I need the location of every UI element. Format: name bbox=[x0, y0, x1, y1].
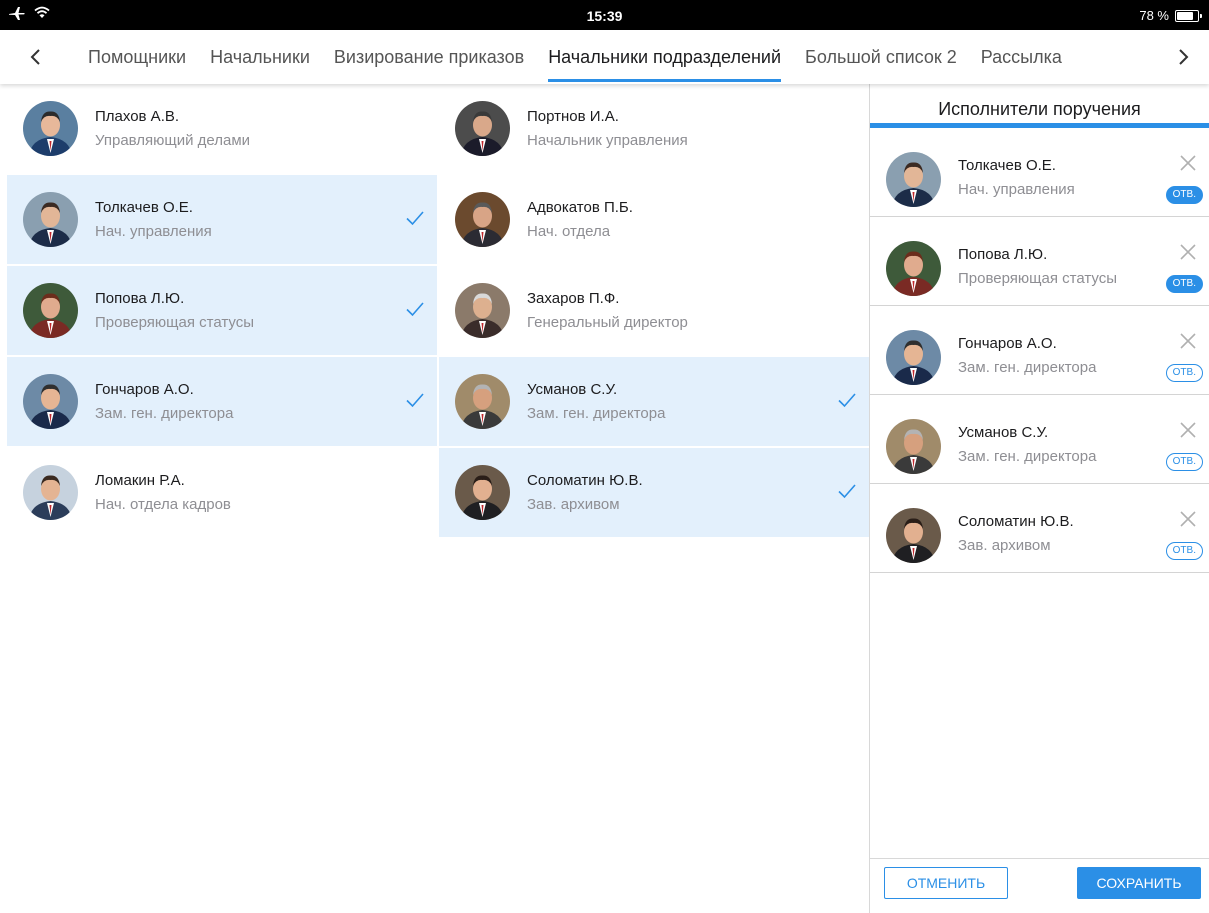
tab-item[interactable]: Помощники bbox=[88, 30, 186, 84]
tab-item[interactable]: Начальники подразделений bbox=[548, 30, 781, 84]
avatar bbox=[23, 374, 78, 429]
battery-icon bbox=[1175, 9, 1202, 22]
executor-name: Усманов С.У. bbox=[958, 424, 1049, 441]
panel-title: Исполнители поручения bbox=[870, 84, 1209, 128]
avatar bbox=[455, 374, 510, 429]
cancel-button[interactable]: ОТМЕНИТЬ bbox=[884, 867, 1008, 899]
person-name: Портнов И.А. bbox=[527, 108, 619, 125]
avatar bbox=[886, 419, 941, 474]
avatar bbox=[23, 465, 78, 520]
executor-name: Гончаров А.О. bbox=[958, 335, 1057, 352]
executor-row: Соломатин Ю.В. Зав. архивом ОТВ. bbox=[870, 484, 1209, 573]
avatar bbox=[886, 241, 941, 296]
person-name: Толкачев О.Е. bbox=[95, 199, 193, 216]
tab-item[interactable]: Большой список 2 bbox=[805, 30, 957, 84]
panel-footer: ОТМЕНИТЬ СОХРАНИТЬ bbox=[870, 858, 1209, 913]
executor-role: Нач. управления bbox=[958, 181, 1075, 198]
executor-name: Толкачев О.Е. bbox=[958, 157, 1056, 174]
executors-list: Толкачев О.Е. Нач. управления ОТВ. Попова Л… bbox=[870, 128, 1209, 573]
close-icon[interactable] bbox=[1179, 510, 1197, 528]
person-role: Начальник управления bbox=[527, 132, 688, 149]
tab-bar: Помощники Начальники Визирование приказов Н… bbox=[0, 30, 1209, 84]
status-right: 78 % bbox=[1139, 8, 1202, 23]
avatar bbox=[23, 283, 78, 338]
person-row[interactable]: Соломатин Ю.В. Зав. архивом bbox=[439, 448, 869, 537]
person-role: Зам. ген. директора bbox=[527, 405, 666, 422]
person-row[interactable]: Портнов И.А. Начальник управления bbox=[439, 84, 869, 173]
responsible-toggle[interactable]: ОТВ. bbox=[1165, 453, 1203, 471]
person-row[interactable]: Усманов С.У. Зам. ген. директора bbox=[439, 357, 869, 446]
tab-item[interactable]: Рассылка bbox=[981, 30, 1062, 84]
avatar bbox=[23, 192, 78, 247]
status-time: 15:39 bbox=[586, 8, 623, 24]
checkmark-icon bbox=[405, 210, 425, 226]
person-row[interactable]: Гончаров А.О. Зам. ген. директора bbox=[7, 357, 437, 446]
responsible-toggle[interactable]: ОТВ. bbox=[1165, 275, 1203, 293]
checkmark-icon bbox=[837, 483, 857, 499]
person-role: Нач. отдела кадров bbox=[95, 496, 231, 513]
close-icon[interactable] bbox=[1179, 154, 1197, 172]
people-list: Плахов А.В. Управляющий делами Портнов И.А… bbox=[0, 84, 869, 539]
responsible-toggle[interactable]: ОТВ. bbox=[1165, 542, 1203, 560]
avatar bbox=[455, 192, 510, 247]
person-role: Генеральный директор bbox=[527, 314, 688, 331]
person-name: Усманов С.У. bbox=[527, 381, 618, 398]
executor-role: Зав. архивом bbox=[958, 537, 1051, 554]
person-name: Соломатин Ю.В. bbox=[527, 472, 643, 489]
chevron-right-icon[interactable] bbox=[1159, 30, 1209, 84]
person-role: Управляющий делами bbox=[95, 132, 251, 149]
responsible-toggle[interactable]: ОТВ. bbox=[1165, 364, 1203, 382]
person-name: Адвокатов П.Б. bbox=[527, 199, 633, 216]
person-row[interactable]: Толкачев О.Е. Нач. управления bbox=[7, 175, 437, 264]
executor-name: Соломатин Ю.В. bbox=[958, 513, 1074, 530]
person-role: Нач. управления bbox=[95, 223, 212, 240]
person-row[interactable]: Попова Л.Ю. Проверяющая статусы bbox=[7, 266, 437, 355]
executor-name: Попова Л.Ю. bbox=[958, 246, 1048, 263]
executor-role: Зам. ген. директора bbox=[958, 359, 1097, 376]
person-row[interactable]: Плахов А.В. Управляющий делами bbox=[7, 84, 437, 173]
executor-row: Гончаров А.О. Зам. ген. директора ОТВ. bbox=[870, 306, 1209, 395]
executor-role: Проверяющая статусы bbox=[958, 270, 1117, 287]
avatar bbox=[886, 152, 941, 207]
person-role: Нач. отдела bbox=[527, 223, 611, 240]
close-icon[interactable] bbox=[1179, 243, 1197, 261]
executors-panel: Исполнители поручения Толкачев О.Е. Нач. … bbox=[869, 84, 1209, 913]
executor-row: Усманов С.У. Зам. ген. директора ОТВ. bbox=[870, 395, 1209, 484]
chevron-left-icon[interactable] bbox=[10, 30, 60, 84]
checkmark-icon bbox=[405, 392, 425, 408]
person-name: Попова Л.Ю. bbox=[95, 290, 185, 307]
person-role: Зав. архивом bbox=[527, 496, 620, 513]
person-name: Плахов А.В. bbox=[95, 108, 180, 125]
tabs-scroller: Помощники Начальники Визирование приказов Н… bbox=[88, 30, 1173, 84]
close-icon[interactable] bbox=[1179, 421, 1197, 439]
close-icon[interactable] bbox=[1179, 332, 1197, 350]
avatar bbox=[455, 283, 510, 338]
executor-row: Попова Л.Ю. Проверяющая статусы ОТВ. bbox=[870, 217, 1209, 306]
battery-level bbox=[1177, 11, 1193, 20]
avatar bbox=[23, 101, 78, 156]
battery-percent: 78 % bbox=[1139, 8, 1169, 23]
responsible-toggle[interactable]: ОТВ. bbox=[1165, 186, 1203, 204]
status-bar: 15:39 78 % bbox=[0, 0, 1209, 30]
person-name: Захаров П.Ф. bbox=[527, 290, 620, 307]
avatar bbox=[886, 508, 941, 563]
avatar bbox=[455, 465, 510, 520]
person-role: Проверяющая статусы bbox=[95, 314, 254, 331]
executor-row: Толкачев О.Е. Нач. управления ОТВ. bbox=[870, 128, 1209, 217]
person-name: Гончаров А.О. bbox=[95, 381, 194, 398]
tab-item[interactable]: Визирование приказов bbox=[334, 30, 524, 84]
executor-role: Зам. ген. директора bbox=[958, 448, 1097, 465]
person-row[interactable]: Захаров П.Ф. Генеральный директор bbox=[439, 266, 869, 355]
avatar bbox=[886, 330, 941, 385]
checkmark-icon bbox=[405, 301, 425, 317]
person-row[interactable]: Адвокатов П.Б. Нач. отдела bbox=[439, 175, 869, 264]
person-role: Зам. ген. директора bbox=[95, 405, 234, 422]
tab-item[interactable]: Начальники bbox=[210, 30, 310, 84]
avatar bbox=[455, 101, 510, 156]
person-row[interactable]: Ломакин Р.А. Нач. отдела кадров bbox=[7, 448, 437, 537]
checkmark-icon bbox=[837, 392, 857, 408]
person-name: Ломакин Р.А. bbox=[95, 472, 185, 489]
save-button[interactable]: СОХРАНИТЬ bbox=[1077, 867, 1201, 899]
